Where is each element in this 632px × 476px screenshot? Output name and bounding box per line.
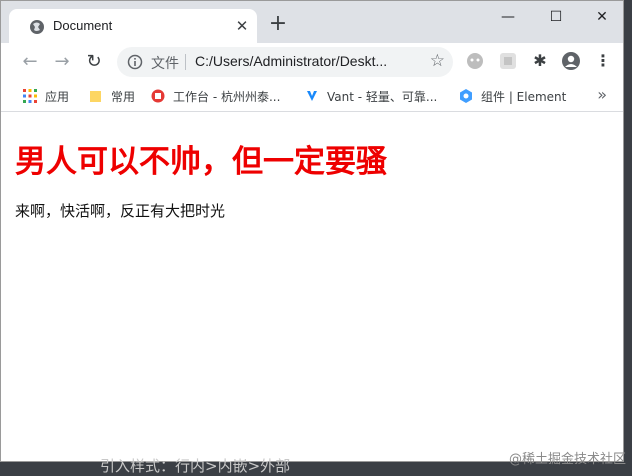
bookmark-label: Vant - 轻量、可靠... (327, 89, 438, 104)
background-editor-text: 引入样式：行内>内嵌>外部 (100, 457, 291, 475)
bookmark-label: 工作台 - 杭州州泰... (173, 89, 281, 104)
page-content: 男人可以不帅，但一定要骚 来啊，快活啊，反正有大把时光 (1, 112, 623, 461)
extensions-puzzle-icon[interactable]: ✱ (530, 51, 550, 71)
apps-grid-icon (23, 89, 37, 103)
toolbar: ← → ↻ 文件 C:/Users/Administrator/Deskt...… (1, 43, 623, 81)
bookmark-label: 组件 | Element (481, 89, 567, 104)
reload-button[interactable]: ↻ (81, 49, 107, 75)
profile-avatar-icon[interactable] (561, 51, 581, 71)
tab-title: Document (53, 18, 113, 33)
workbench-icon (151, 89, 165, 103)
globe-icon (30, 20, 44, 34)
extension-square-icon[interactable] (498, 51, 518, 71)
vant-icon (307, 91, 317, 101)
tab-strip: Document ✕ + — ☐ ✕ (1, 1, 623, 43)
bookmark-workbench[interactable]: 工作台 - 杭州州泰... (151, 87, 280, 105)
omnibox-separator (185, 54, 186, 70)
bookmark-element[interactable]: 组件 | Element (459, 87, 566, 105)
tab-document[interactable]: Document ✕ (9, 9, 257, 43)
address-bar[interactable]: 文件 C:/Users/Administrator/Deskt... ☆ (117, 47, 453, 77)
page-paragraph: 来啊，快活啊，反正有大把时光 (15, 202, 226, 220)
back-button[interactable]: ← (17, 49, 43, 75)
browser-window: Document ✕ + — ☐ ✕ ← → ↻ 文件 C:/Users/Adm… (0, 0, 624, 462)
bookmarks-bar: 应用 常用 工作台 - 杭州州泰... Vant - 轻量、可靠... 组件 |… (1, 81, 623, 112)
tab-close-icon[interactable]: ✕ (233, 17, 251, 35)
folder-icon (90, 91, 101, 102)
info-icon[interactable] (127, 54, 143, 70)
page-heading: 男人可以不帅，但一定要骚 (15, 144, 387, 180)
bookmark-folder-common[interactable]: 常用 (89, 87, 135, 105)
maximize-button[interactable]: ☐ (533, 5, 579, 29)
bookmark-vant[interactable]: Vant - 轻量、可靠... (305, 87, 437, 105)
element-icon (460, 89, 472, 103)
forward-button[interactable]: → (49, 49, 75, 75)
bookmark-star-icon[interactable]: ☆ (430, 51, 445, 71)
close-window-button[interactable]: ✕ (579, 5, 623, 29)
bookmarks-overflow-icon[interactable]: » (597, 85, 607, 104)
bookmark-label: 应用 (45, 89, 70, 104)
bookmark-label: 常用 (111, 89, 136, 104)
scheme-label: 文件 (151, 56, 179, 72)
new-tab-button[interactable]: + (267, 13, 289, 36)
bookmark-apps[interactable]: 应用 (23, 87, 69, 105)
minimize-button[interactable]: — (485, 5, 531, 29)
menu-more-icon[interactable]: ⋮ (593, 51, 613, 71)
extension-ghost-icon[interactable] (465, 51, 485, 71)
watermark: @稀土掘金技术社区 (508, 452, 626, 467)
url-text[interactable]: C:/Users/Administrator/Deskt... (195, 53, 387, 69)
